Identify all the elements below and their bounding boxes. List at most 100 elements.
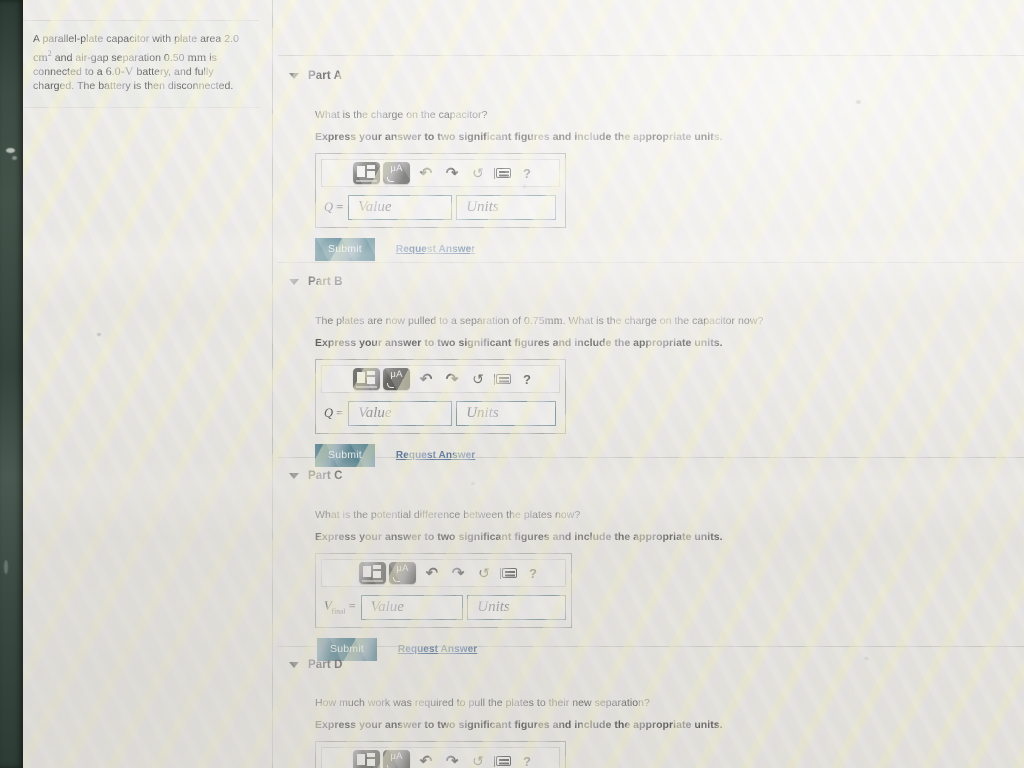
problem-statement-text: A parallel-plate capacitor with plate ar…: [33, 33, 247, 93]
part-c-request-answer-link[interactable]: Request Answer: [398, 644, 477, 655]
math-template-button[interactable]: [353, 750, 380, 768]
keyboard-icon[interactable]: [496, 168, 511, 178]
units-button[interactable]: μA: [389, 562, 416, 584]
problem-statement-panel: A parallel-plate capacitor with plate ar…: [23, 20, 259, 108]
part-b-question: The plates are now pulled to a separatio…: [315, 314, 1024, 328]
part-a-units-input[interactable]: Units: [456, 195, 557, 220]
keyboard-icon[interactable]: [502, 568, 517, 578]
part-c-instruction: Express your answer to two significant f…: [315, 531, 723, 543]
part-d-header[interactable]: Part D: [273, 656, 1024, 674]
help-icon[interactable]: ?: [516, 373, 538, 386]
part-section-b: Part B The plates are now pulled to a se…: [273, 273, 1024, 467]
part-a-answer-box: μA ↶ ↷ ↺ ? Q = Value Units: [315, 153, 566, 228]
part-b-instruction: Express your answer to two significant f…: [315, 337, 723, 349]
part-d-instruction: Express your answer to two significant f…: [315, 719, 723, 731]
toolbar-divider: [494, 755, 495, 767]
problem-statement-column: A parallel-plate capacitor with plate ar…: [23, 0, 272, 768]
part-a-title: Part A: [308, 70, 343, 82]
part-section-a: Part A What is the charge on the capacit…: [273, 67, 1024, 261]
part-b-value-input[interactable]: Value: [348, 401, 453, 426]
math-template-button[interactable]: [353, 162, 380, 184]
part-b-submit-row: Submit Request Answer: [315, 444, 1024, 467]
math-template-button[interactable]: [353, 368, 380, 390]
part-b-request-answer-link[interactable]: Request Answer: [396, 450, 475, 461]
help-icon[interactable]: ?: [516, 167, 538, 180]
parts-content-column: Part A What is the charge on the capacit…: [273, 0, 1024, 768]
part-b-header[interactable]: Part B: [273, 273, 1024, 291]
part-b-question-post: . What is the charge on the capacitor no…: [562, 315, 764, 327]
part-a-variable-label: Q =: [324, 200, 344, 214]
math-template-button[interactable]: [359, 562, 386, 584]
reset-icon[interactable]: ↺: [467, 166, 489, 180]
problem-voltage: 6.0-V: [105, 64, 134, 78]
help-icon[interactable]: ?: [516, 755, 538, 768]
part-c-body: What is the potential difference between…: [273, 508, 1024, 661]
part-section-d: Part D How much work was required to pul…: [273, 656, 1024, 768]
chevron-down-icon[interactable]: [289, 662, 299, 668]
part-a-header[interactable]: Part A: [273, 67, 1024, 85]
part-b-question-unit: mm: [544, 315, 563, 327]
problem-line-4: disconnected.: [167, 79, 234, 92]
chevron-down-icon[interactable]: [289, 279, 299, 285]
reset-icon[interactable]: ↺: [473, 566, 495, 580]
toolbar-divider: [494, 373, 495, 385]
part-c-title: Part C: [308, 470, 343, 482]
undo-icon[interactable]: ↶: [421, 566, 443, 581]
undo-icon[interactable]: ↶: [415, 754, 437, 768]
units-button[interactable]: μA: [383, 162, 410, 184]
part-b-submit-button[interactable]: Submit: [315, 444, 375, 467]
problem-separation-unit: mm: [187, 49, 207, 64]
units-button[interactable]: μA: [383, 368, 410, 390]
part-c-field-row: Vfinal = Value Units: [321, 595, 566, 620]
part-c-toolbar: μA ↶ ↷ ↺ ?: [321, 559, 566, 587]
separator-above-part-a: [278, 55, 1024, 56]
part-a-value-input[interactable]: Value: [348, 195, 453, 220]
units-button[interactable]: μA: [383, 750, 410, 768]
part-a-body: What is the charge on the capacitor? Exp…: [273, 108, 1024, 261]
problem-line-2a: and air-gap separation 0.50: [54, 51, 185, 64]
help-icon[interactable]: ?: [522, 567, 544, 580]
part-d-title: Part D: [308, 659, 343, 671]
problem-line-1: A parallel-plate capacitor with plate ar…: [33, 33, 240, 45]
chevron-down-icon[interactable]: [289, 473, 299, 479]
part-d-answer-box: μA ↶ ↷ ↺ ? W = Value Units: [315, 741, 566, 768]
part-c-units-input[interactable]: Units: [467, 595, 566, 620]
keyboard-icon[interactable]: [496, 374, 511, 384]
toolbar-divider: [500, 567, 501, 579]
screen-bezel: [0, 0, 23, 768]
part-a-request-answer-link[interactable]: Request Answer: [396, 244, 475, 255]
keyboard-icon[interactable]: [496, 756, 511, 766]
redo-icon[interactable]: ↷: [441, 166, 463, 181]
part-c-answer-box: μA ↶ ↷ ↺ ? Vfinal = Value Units: [315, 553, 572, 628]
part-b-title: Part B: [308, 276, 343, 288]
redo-icon[interactable]: ↷: [447, 566, 469, 581]
reset-icon[interactable]: ↺: [467, 754, 489, 768]
part-c-value-input[interactable]: Value: [360, 595, 464, 620]
redo-icon[interactable]: ↷: [441, 372, 463, 387]
part-b-field-row: Q = Value Units: [321, 401, 560, 426]
part-a-field-row: Q = Value Units: [321, 195, 560, 220]
separator-above-part-b: [278, 262, 1024, 263]
part-d-body: How much work was required to pull the p…: [273, 696, 1024, 768]
part-b-variable-label: Q =: [324, 406, 344, 420]
redo-icon[interactable]: ↷: [441, 754, 463, 768]
toolbar-divider: [494, 167, 495, 179]
part-a-question: What is the charge on the capacitor?: [315, 109, 488, 121]
undo-icon[interactable]: ↶: [415, 372, 437, 387]
part-d-question: How much work was required to pull the p…: [315, 697, 650, 709]
part-c-variable-label: Vfinal =: [324, 599, 356, 616]
problem-area-unit: cm2: [33, 48, 52, 64]
part-c-header[interactable]: Part C: [273, 467, 1024, 485]
undo-icon[interactable]: ↶: [415, 166, 437, 181]
part-a-instruction: Express your answer to two significant f…: [315, 131, 723, 143]
part-b-units-input[interactable]: Units: [456, 401, 557, 426]
part-b-body: The plates are now pulled to a separatio…: [273, 314, 1024, 467]
part-b-toolbar: μA ↶ ↷ ↺ ?: [321, 365, 560, 393]
reset-icon[interactable]: ↺: [467, 372, 489, 386]
part-c-question: What is the potential difference between…: [315, 509, 581, 521]
part-b-question-pre: The plates are now pulled to a separatio…: [315, 315, 545, 327]
part-section-c: Part C What is the potential difference …: [273, 467, 1024, 661]
chevron-down-icon[interactable]: [289, 73, 299, 79]
photographed-screen: A parallel-plate capacitor with plate ar…: [0, 0, 1024, 768]
part-a-submit-button[interactable]: Submit: [315, 238, 375, 261]
